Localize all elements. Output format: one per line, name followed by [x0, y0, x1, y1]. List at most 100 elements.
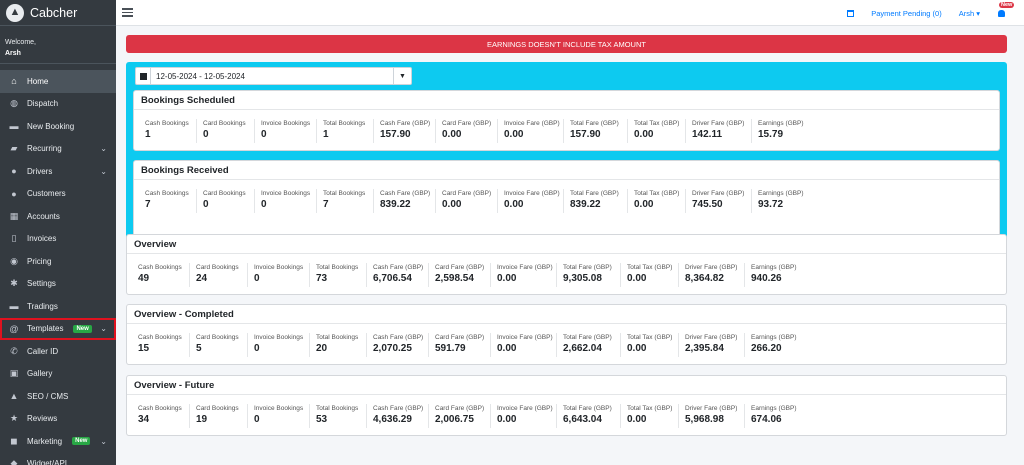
sidebar-item-label: Caller ID [27, 346, 59, 356]
stats-row: Cash Bookings 34 Card Bookings 19 Invoice Bo… [127, 395, 1006, 428]
stats-row: Cash Bookings 7 Card Bookings 0 Invoice Book… [134, 180, 999, 213]
sidebar-item-marketing[interactable]: ◼ Marketing New ⌄ [0, 430, 116, 453]
payment-pending-link[interactable]: Payment Pending (0) [871, 9, 941, 18]
sidebar-item-gallery[interactable]: ▣ Gallery [0, 363, 116, 386]
sidebar-item-reviews[interactable]: ★ Reviews [0, 408, 116, 431]
daily-panel: 12-05-2024 - 12-05-2024 ▼ Bookings Sched… [126, 62, 1007, 254]
stat-cell: Cash Fare (GBP) 6,706.54 [367, 263, 429, 287]
sidebar-item-label: Pricing [27, 256, 52, 266]
stat-cell: Earnings (GBP) 674.06 [745, 404, 805, 428]
stat-label: Card Bookings [196, 405, 239, 412]
stat-value: 0.00 [627, 414, 647, 425]
calendar-icon[interactable] [847, 9, 855, 17]
sidebar-item-invoices[interactable]: ▯ Invoices [0, 228, 116, 251]
stat-cell: Card Bookings 0 [197, 189, 255, 213]
sidebar-item-caller-id[interactable]: ✆ Caller ID [0, 340, 116, 363]
sidebar-item-label: Reviews [27, 414, 58, 424]
caret-down-icon: ▾ [976, 8, 980, 18]
stat-label: Total Fare (GBP) [570, 190, 619, 197]
stats-row: Cash Bookings 1 Card Bookings 0 Invoice Book… [134, 110, 999, 143]
stat-cell: Card Bookings 5 [190, 333, 248, 357]
sidebar-item-recurring[interactable]: ▰ Recurring ⌄ [0, 138, 116, 161]
stat-cell: Earnings (GBP) 940.26 [745, 263, 805, 287]
stat-cell: Total Bookings 7 [317, 189, 374, 213]
notification-bell-icon[interactable]: New [997, 1, 1015, 18]
sidebar-item-home[interactable]: ⌂ Home [0, 70, 116, 93]
sidebar-item-label: Drivers [27, 166, 53, 176]
stat-value: 157.90 [380, 129, 411, 140]
stat-label: Driver Fare (GBP) [685, 334, 738, 341]
brand[interactable]: ▲ Cabcher [0, 0, 116, 26]
stat-value: 591.79 [435, 343, 466, 354]
stat-value: 9,305.08 [563, 273, 602, 284]
sidebar-item-label: New Booking [27, 121, 75, 131]
stat-cell: Earnings (GBP) 15.79 [752, 119, 812, 143]
stat-cell: Driver Fare (GBP) 2,395.84 [679, 333, 745, 357]
card-title: Bookings Received [134, 161, 999, 180]
chat-icon: ◼ [10, 435, 18, 446]
stat-cell: Cash Fare (GBP) 2,070.25 [367, 333, 429, 357]
chevron-down-icon[interactable]: ⌄ [100, 437, 107, 446]
chevron-down-icon[interactable]: ⌄ [100, 167, 107, 176]
stat-label: Card Fare (GBP) [435, 405, 485, 412]
stat-cell: Total Bookings 53 [310, 404, 367, 428]
sidebar-item-label: Settings [27, 279, 56, 289]
stat-cell: Cash Fare (GBP) 4,636.29 [367, 404, 429, 428]
chevron-down-icon[interactable]: ⌄ [100, 324, 107, 333]
stat-cell: Cash Bookings 7 [139, 189, 197, 213]
stat-label: Invoice Bookings [254, 334, 304, 341]
stat-value: 839.22 [570, 199, 601, 210]
stat-value: 142.11 [692, 129, 723, 140]
stat-label: Invoice Fare (GBP) [504, 190, 560, 197]
sidebar-item-dispatch[interactable]: ◍ Dispatch [0, 93, 116, 116]
stat-value: 0.00 [627, 343, 647, 354]
date-range-picker[interactable]: 12-05-2024 - 12-05-2024 ▼ [135, 67, 412, 85]
stat-value: 53 [316, 414, 328, 425]
stat-cell: Total Fare (GBP) 9,305.08 [557, 263, 621, 287]
layer-icon: ◆ [10, 458, 18, 465]
stat-cell: Total Bookings 1 [317, 119, 374, 143]
hamburger-menu-icon[interactable] [122, 8, 133, 17]
sidebar-item-settings[interactable]: ✱ Settings [0, 273, 116, 296]
stat-cell: Cash Bookings 1 [139, 119, 197, 143]
stat-value: 2,395.84 [685, 343, 724, 354]
user-menu-label: Arsh [958, 8, 975, 18]
stat-cell: Card Bookings 19 [190, 404, 248, 428]
stat-cell: Cash Bookings 49 [132, 263, 190, 287]
stat-label: Total Bookings [323, 120, 366, 127]
sidebar-item-accounts[interactable]: ▦ Accounts [0, 205, 116, 228]
stat-cell: Invoice Bookings 0 [248, 263, 310, 287]
stat-label: Total Tax (GBP) [634, 120, 680, 127]
sidebar-item-drivers[interactable]: ● Drivers ⌄ [0, 160, 116, 183]
sidebar-item-widget-api[interactable]: ◆ Widget/API [0, 453, 116, 465]
sidebar-item-label: Accounts [27, 211, 60, 221]
stat-label: Earnings (GBP) [751, 334, 797, 341]
stat-value: 0 [203, 129, 209, 140]
caret-down-icon[interactable]: ▼ [393, 68, 411, 84]
stat-label: Total Bookings [316, 334, 359, 341]
stat-label: Cash Fare (GBP) [380, 190, 431, 197]
sidebar-item-templates[interactable]: @ Templates New ⌄ [0, 317, 116, 340]
stat-cell: Invoice Fare (GBP) 0.00 [498, 189, 564, 213]
sidebar-item-label: Invoices [27, 234, 57, 244]
stat-label: Cash Bookings [138, 264, 182, 271]
stat-label: Card Fare (GBP) [435, 264, 485, 271]
stat-value: 674.06 [751, 414, 782, 425]
user-menu[interactable]: Arsh ▾ [959, 9, 980, 18]
stat-value: 6,706.54 [373, 273, 412, 284]
sidebar-item-seo-cms[interactable]: ▲ SEO / CMS [0, 385, 116, 408]
stat-value: 15.79 [758, 129, 784, 140]
sidebar-item-label: Marketing [27, 436, 63, 446]
sidebar-item-new-booking[interactable]: ▬ New Booking [0, 115, 116, 138]
sidebar-item-tradings[interactable]: ▬ Tradings [0, 295, 116, 318]
car-icon: ▰ [10, 143, 18, 154]
chevron-down-icon[interactable]: ⌄ [100, 144, 107, 153]
stat-label: Cash Fare (GBP) [373, 264, 424, 271]
stat-cell: Cash Fare (GBP) 157.90 [374, 119, 436, 143]
stat-cell: Invoice Bookings 0 [248, 404, 310, 428]
stat-cell: Cash Bookings 15 [132, 333, 190, 357]
sidebar-item-customers[interactable]: ● Customers [0, 183, 116, 206]
sidebar-item-pricing[interactable]: ◉ Pricing [0, 250, 116, 273]
globe-icon: ◍ [10, 98, 18, 109]
stat-value: 0.00 [497, 343, 517, 354]
